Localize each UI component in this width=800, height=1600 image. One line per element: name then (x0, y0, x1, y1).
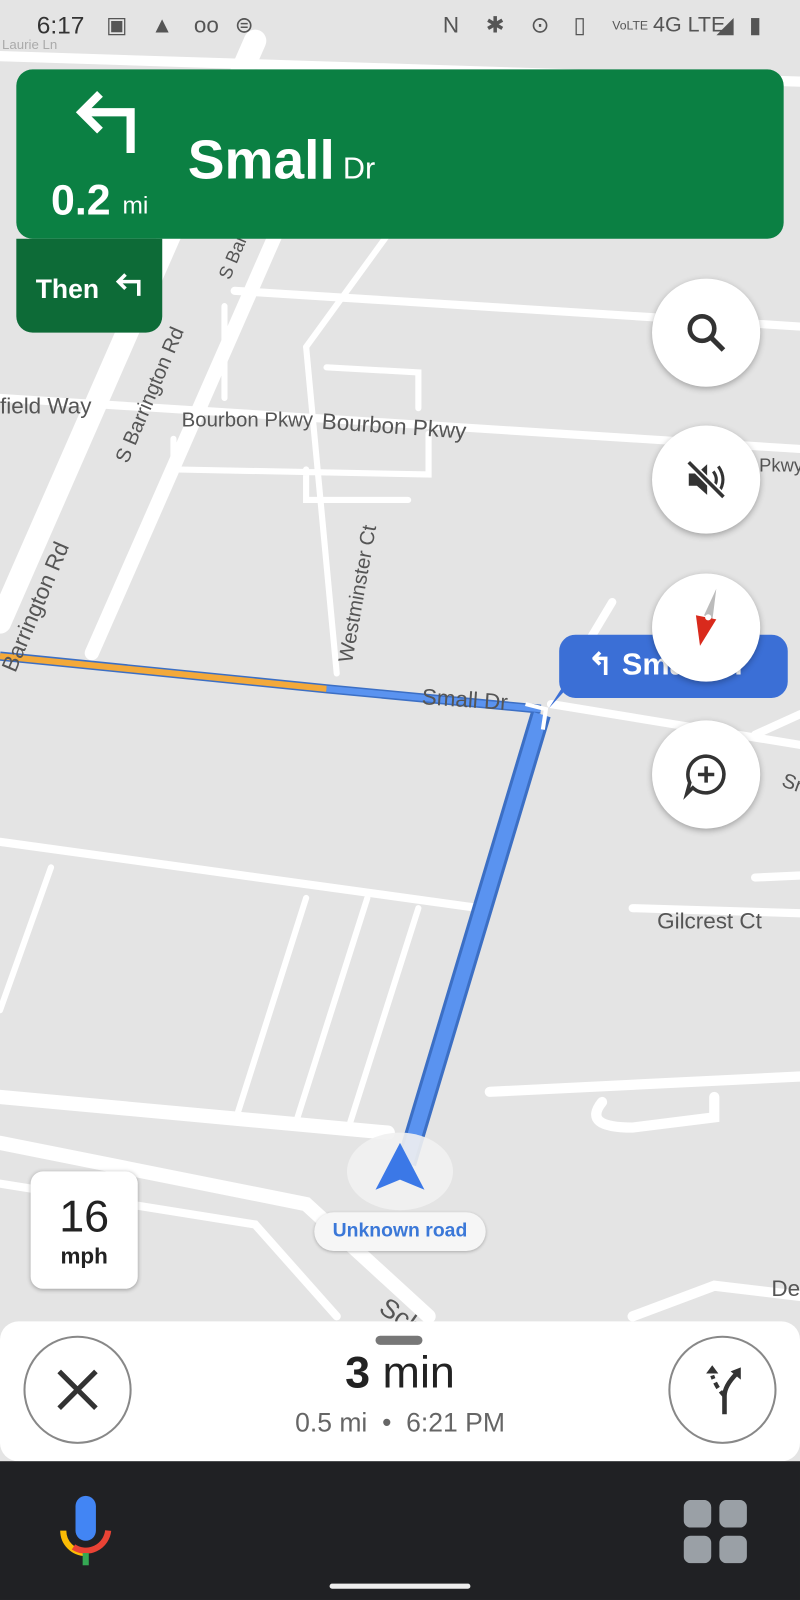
bluetooth-icon: ✱ (485, 12, 505, 38)
home-indicator[interactable] (329, 1583, 471, 1589)
trip-distance: 0.5 mi (295, 1407, 368, 1438)
arrival-time: 6:21 PM (406, 1407, 505, 1438)
add-report-icon (683, 754, 726, 800)
volte-icon: VoLTE (612, 18, 649, 33)
street-name: Small (187, 129, 335, 191)
maneuver-banner[interactable]: 0.2 mi Small Dr (16, 69, 784, 239)
maneuver-distance-unit: mi (122, 191, 149, 220)
current-road-label: Unknown road (314, 1212, 486, 1252)
maneuver-distance: 0.2 (51, 175, 111, 224)
maneuver-street: Small Dr (188, 129, 375, 192)
turn-left-icon: ↰ (587, 647, 614, 682)
vibrate-icon: ▯ (573, 12, 586, 38)
alternate-routes-button[interactable] (668, 1335, 777, 1444)
apps-grid-icon[interactable] (683, 1499, 747, 1564)
separator: • (382, 1407, 392, 1438)
street-suffix: Dr (342, 152, 376, 186)
speed-unit: mph (60, 1242, 108, 1269)
battery-icon: ▮ (748, 12, 762, 38)
compass-icon (695, 588, 717, 646)
signal-icon: ◢ (716, 12, 734, 38)
alternate-routes-icon (706, 1365, 741, 1415)
location-icon: ⊙ (530, 12, 550, 38)
duration-value: 3 (345, 1347, 371, 1398)
add-report-button[interactable] (652, 720, 761, 829)
image-icon: ▣ (106, 12, 128, 38)
nfc-icon: N (442, 12, 460, 38)
map-label: Gilcrest Ct (657, 909, 762, 934)
map-label: field Way (0, 393, 92, 418)
search-button[interactable] (652, 278, 761, 387)
map-label: Bourbon Pkwy (182, 410, 314, 432)
duration-unit: min (382, 1347, 455, 1398)
trip-panel[interactable]: 3 min 0.5 mi • 6:21 PM (0, 1321, 800, 1462)
google-mic-icon[interactable] (59, 1494, 112, 1567)
turn-left-icon (75, 90, 135, 154)
map-label: De (771, 1276, 800, 1301)
navigation-icon: ▲ (151, 12, 174, 38)
volume-off-icon (686, 459, 726, 500)
turn-left-icon (116, 273, 141, 296)
voicemail-icon: oo (193, 12, 219, 38)
network-type: 4G LTE (653, 13, 726, 37)
then-label: Then (35, 273, 100, 305)
map-label: Pkwy (759, 454, 800, 475)
speedometer: 16 mph (30, 1171, 138, 1289)
search-icon (687, 314, 726, 352)
then-maneuver[interactable]: Then (16, 238, 163, 333)
compass-button[interactable] (652, 573, 761, 682)
steering-wheel-icon: ⊜ (234, 12, 254, 38)
speed-value: 16 (59, 1191, 110, 1242)
bottom-nav-bar (0, 1461, 800, 1600)
mute-button[interactable] (652, 425, 761, 534)
drag-handle[interactable] (375, 1335, 423, 1345)
status-bar: 6:17 ▣ ▲ oo ⊜ N ✱ ⊙ ▯ VoLTE 4G LTE ◢ ▮ (0, 0, 800, 53)
status-time: 6:17 (36, 12, 85, 40)
